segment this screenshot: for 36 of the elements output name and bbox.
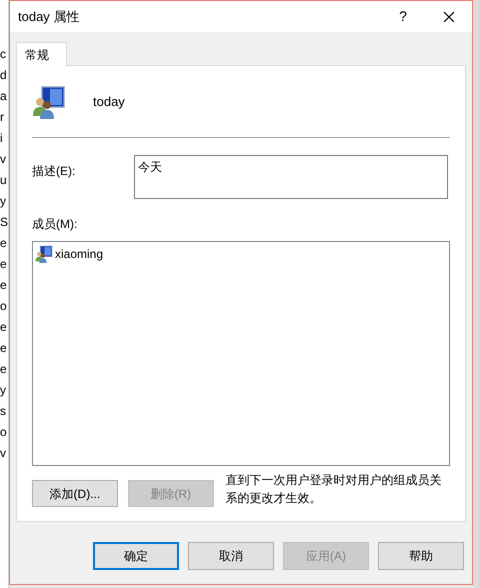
group-computer-icon: [32, 84, 66, 118]
background-text: e: [0, 235, 8, 252]
background-text: e: [0, 319, 8, 336]
background-text: s: [0, 403, 7, 420]
background-text: u: [0, 172, 8, 189]
background-text: r: [0, 109, 5, 126]
background-text: e: [0, 277, 8, 294]
user-computer-icon: [35, 245, 53, 263]
background-text: v: [0, 151, 7, 168]
group-name: today: [93, 92, 125, 111]
background-text: y: [0, 193, 7, 210]
dialog-button[interactable]: 确定: [93, 542, 179, 570]
note-text: 直到下一次用户登录时对用户的组成员关系的更改才生效。: [226, 472, 443, 506]
background-text: y: [0, 382, 7, 399]
dialog-button[interactable]: 取消: [188, 542, 274, 570]
member-item[interactable]: xiaoming: [35, 244, 106, 264]
background-text: c: [0, 46, 7, 63]
background-text: o: [0, 424, 8, 441]
background-text: d: [0, 67, 8, 84]
close-icon: [443, 10, 455, 22]
tab[interactable]: 常规: [16, 42, 67, 66]
description-label: 描述(E):: [32, 163, 76, 180]
description-field[interactable]: 今天: [134, 155, 448, 199]
background-text: S: [0, 214, 8, 231]
background-text: o: [0, 298, 8, 315]
background-text: a: [0, 88, 8, 105]
background-text: v: [0, 445, 7, 462]
members-label: 成员(M):: [32, 216, 78, 233]
dialog-button[interactable]: 帮助: [378, 542, 464, 570]
background-text: e: [0, 361, 8, 378]
background-text: i: [0, 130, 4, 147]
background-text: e: [0, 256, 8, 273]
background-text: e: [0, 340, 8, 357]
help-button[interactable]: ?: [380, 1, 426, 32]
member-button[interactable]: 添加(D)...: [32, 480, 118, 507]
window-title: today 属性: [18, 8, 80, 26]
